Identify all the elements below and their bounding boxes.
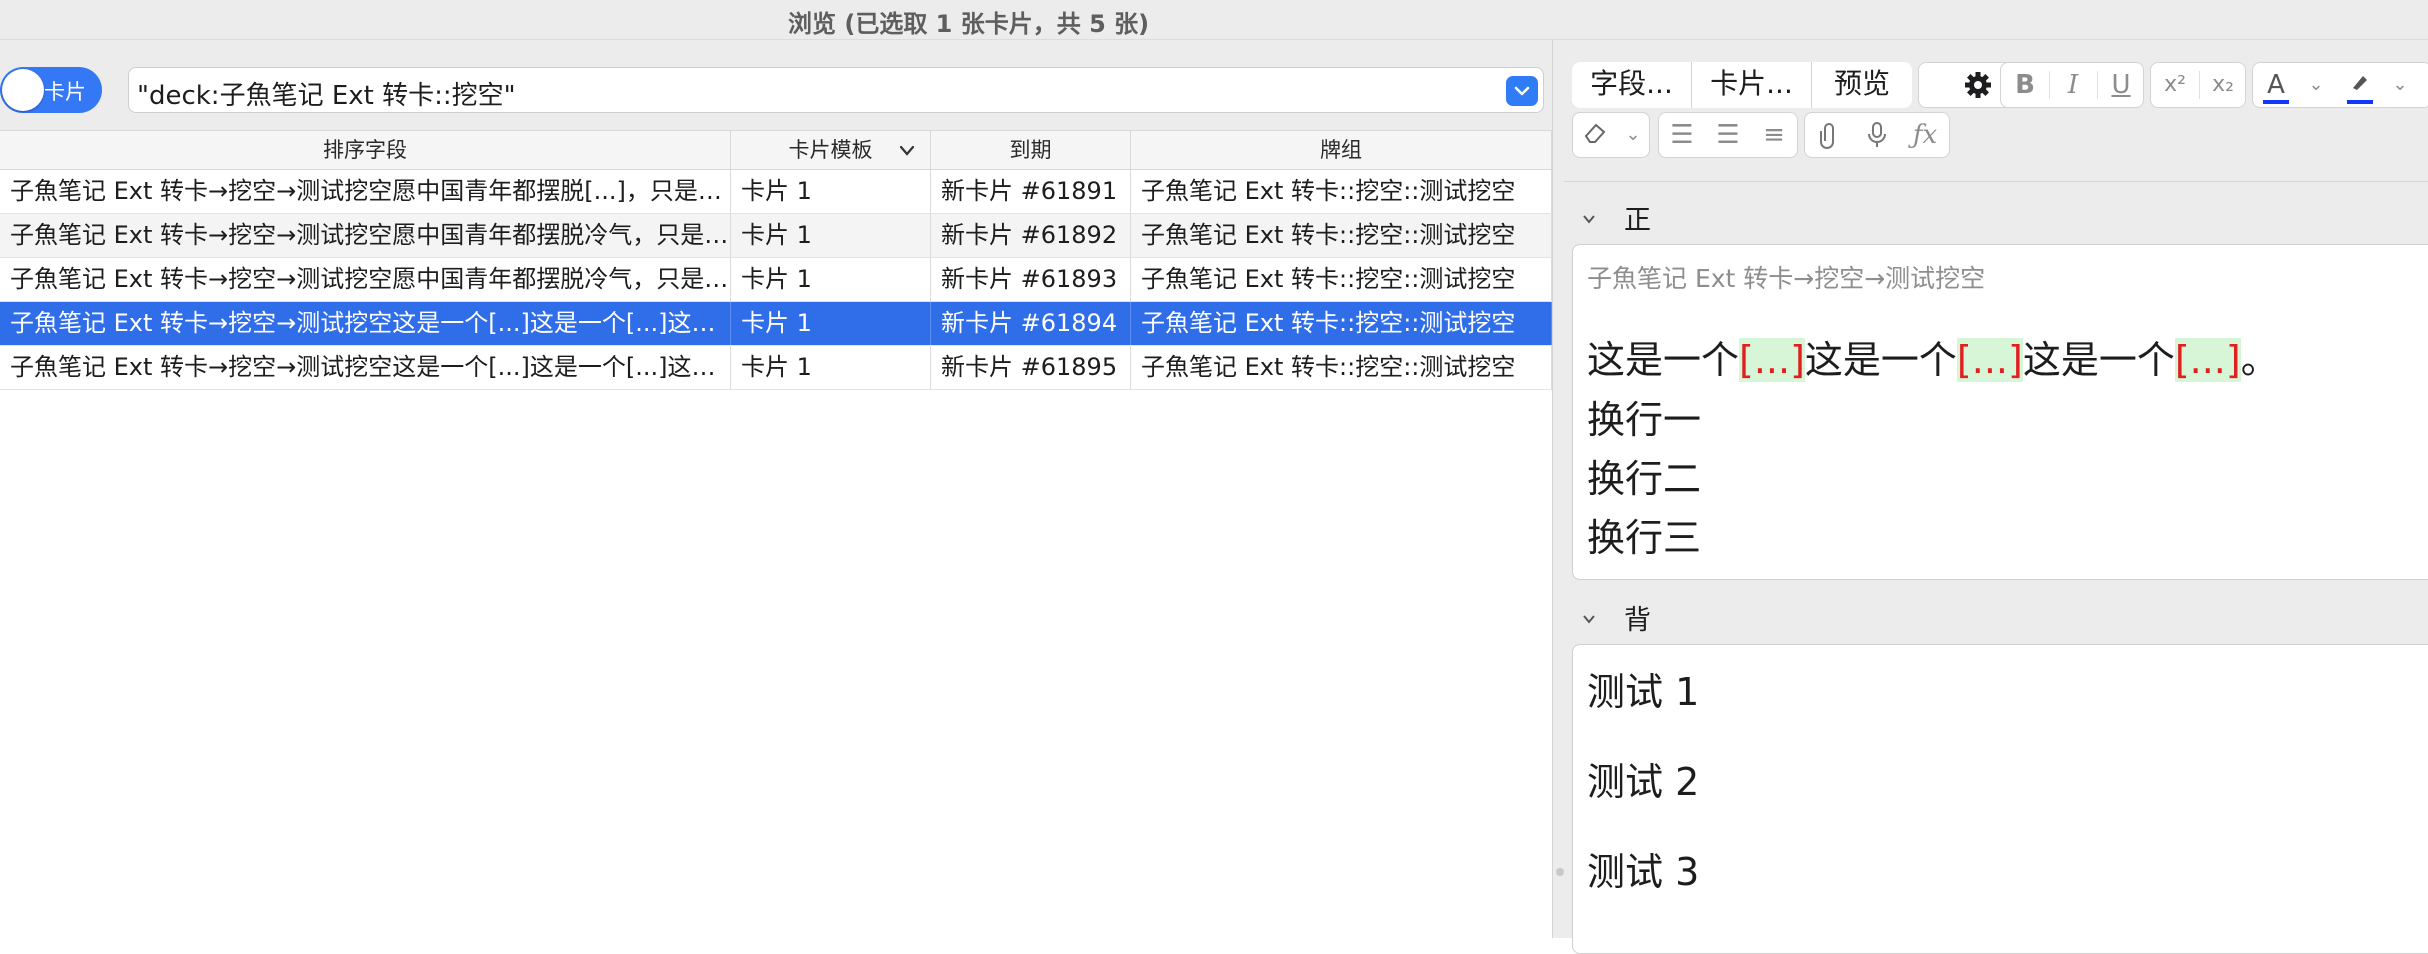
cell-sort-field: 子魚笔记 Ext 转卡→挖空→测试挖空愿中国青年都摆脱冷气，只是向上走，不必听自… [0, 258, 731, 301]
cell-sort-field: 子魚笔记 Ext 转卡→挖空→测试挖空这是一个[...]这是一个[...]这是一… [0, 346, 731, 389]
insert-group: ƒx [1804, 112, 1950, 158]
search-history-dropdown[interactable] [1506, 76, 1538, 106]
table-row[interactable]: 子魚笔记 Ext 转卡→挖空→测试挖空愿中国青年都摆脱冷气，只是向上走，不必听自… [0, 258, 1552, 302]
subscript-icon[interactable]: x₂ [2199, 63, 2247, 107]
table-row[interactable]: 子魚笔记 Ext 转卡→挖空→测试挖空愿中国青年都摆脱冷气，只是向上走，不必听自… [0, 214, 1552, 258]
chevron-down-icon [1583, 615, 1595, 624]
cell-due: 新卡片 #61893 [931, 258, 1131, 301]
back-line-2: 测试 2 [1587, 760, 1700, 804]
title-bar: 浏览 (已选取 1 张卡片，共 5 张) [0, 0, 2428, 40]
search-query[interactable]: "deck:子魚笔记 Ext 转卡::挖空" [137, 75, 516, 112]
preview-button[interactable]: 预览 [1812, 62, 1912, 108]
formula-icon[interactable]: ƒx [1901, 113, 1949, 157]
toggle-label: 卡片 [44, 80, 86, 104]
front-cloze-line: 这是一个[...]这是一个[...]这是一个[...]。 [1587, 329, 2279, 384]
cloze-text-2: 这是一个 [1804, 338, 1957, 382]
editor-buttons-group: 字段... 卡片... 预览 [1572, 62, 1912, 108]
splitter-handle[interactable] [1556, 868, 1564, 876]
cell-due: 新卡片 #61892 [931, 214, 1131, 257]
superscript-icon[interactable]: x² [2151, 63, 2199, 107]
cards-button[interactable]: 卡片... [1692, 62, 1812, 108]
underline-icon[interactable]: U [2097, 63, 2145, 107]
bullet-list-icon[interactable]: ☰ [1659, 113, 1705, 157]
cell-deck: 子魚笔记 Ext 转卡::挖空::测试挖空 [1131, 258, 1552, 301]
cell-due: 新卡片 #61895 [931, 346, 1131, 389]
chevron-down-icon [1514, 86, 1530, 96]
bold-icon[interactable]: B [2001, 63, 2049, 107]
align-icon[interactable]: ≡ [1751, 113, 1797, 157]
attachment-icon[interactable] [1805, 113, 1853, 157]
cloze-marker-2: [...] [1956, 338, 2023, 382]
table-header: 排序字段 卡片模板 到期 牌组 [0, 130, 1552, 170]
column-card-template[interactable]: 卡片模板 [731, 131, 931, 169]
toggle-knob [2, 69, 44, 111]
sort-chevron-icon [899, 145, 915, 156]
column-deck[interactable]: 牌组 [1131, 131, 1552, 169]
eraser-dropdown[interactable]: ⌄ [1617, 113, 1649, 157]
cell-deck: 子魚笔记 Ext 转卡::挖空::测试挖空 [1131, 214, 1552, 257]
back-field-editor[interactable]: 测试 1 测试 2 测试 3 [1572, 644, 2428, 954]
cloze-text-3: 这是一个 [2022, 338, 2175, 382]
numbered-list-icon[interactable]: ☰ [1705, 113, 1751, 157]
pane-splitter[interactable] [1552, 40, 1564, 938]
color-group: A ⌄ ⌄ [2252, 62, 2428, 108]
column-sort-field[interactable]: 排序字段 [0, 131, 731, 169]
highlight-icon[interactable] [2337, 63, 2383, 107]
script-group: x² x₂ [2150, 62, 2246, 108]
cell-due: 新卡片 #61894 [931, 302, 1131, 345]
window-title: 浏览 (已选取 1 张卡片，共 5 张) [788, 10, 1150, 38]
fields-button[interactable]: 字段... [1572, 62, 1692, 108]
highlight-dropdown[interactable]: ⌄ [2383, 63, 2417, 107]
card-browser-pane: 卡片 "deck:子魚笔记 Ext 转卡::挖空" 排序字段 卡片模板 到期 牌… [0, 40, 1552, 938]
front-field-hint: 子魚笔记 Ext 转卡→挖空→测试挖空 [1587, 264, 1986, 293]
cards-notes-toggle[interactable]: 卡片 [0, 67, 102, 113]
cloze-text-1: 这是一个 [1587, 338, 1740, 382]
table-row[interactable]: 子魚笔记 Ext 转卡→挖空→测试挖空这是一个[...]这是一个[...]这是一… [0, 302, 1552, 346]
cell-sort-field: 子魚笔记 Ext 转卡→挖空→测试挖空这是一个[...]这是一个[...]这是一… [0, 302, 731, 345]
eraser-icon[interactable] [1573, 113, 1617, 157]
browser-toolbar: 卡片 "deck:子魚笔记 Ext 转卡::挖空" [0, 40, 1552, 130]
table-row[interactable]: 子魚笔记 Ext 转卡→挖空→测试挖空愿中国青年都摆脱[...]，只是向上走，不… [0, 170, 1552, 214]
microphone-icon[interactable] [1853, 113, 1901, 157]
editor-pane: 字段... 卡片... 预览 B I U x² x₂ A ⌄ ⌄ ⌄ ☰ ☰ ≡… [1564, 40, 2428, 954]
front-line-2: 换行二 [1587, 457, 1702, 501]
toolbar-divider [1564, 181, 2428, 182]
cell-sort-field: 子魚笔记 Ext 转卡→挖空→测试挖空愿中国青年都摆脱[...]，只是向上走，不… [0, 170, 731, 213]
cell-card-template: 卡片 1 [731, 346, 931, 389]
front-field-editor[interactable]: 子魚笔记 Ext 转卡→挖空→测试挖空 这是一个[...]这是一个[...]这是… [1572, 244, 2428, 580]
back-line-1: 测试 1 [1587, 670, 1700, 714]
cloze-end: 。 [2240, 338, 2279, 382]
front-line-3: 换行三 [1587, 516, 1702, 560]
back-line-3: 测试 3 [1587, 850, 1700, 894]
cell-card-template: 卡片 1 [731, 258, 931, 301]
text-color-icon[interactable]: A [2253, 63, 2299, 107]
gear-icon [1965, 72, 1991, 98]
text-color-dropdown[interactable]: ⌄ [2299, 63, 2333, 107]
cell-sort-field: 子魚笔记 Ext 转卡→挖空→测试挖空愿中国青年都摆脱冷气，只是向上走，不必听自… [0, 214, 731, 257]
cell-deck: 子魚笔记 Ext 转卡::挖空::测试挖空 [1131, 346, 1552, 389]
text-style-group: B I U [2000, 62, 2144, 108]
chevron-down-icon [1583, 215, 1595, 224]
cloze-marker-3: [...] [2174, 338, 2241, 382]
cell-card-template: 卡片 1 [731, 302, 931, 345]
table-row[interactable]: 子魚笔记 Ext 转卡→挖空→测试挖空这是一个[...]这是一个[...]这是一… [0, 346, 1552, 390]
front-line-1: 换行一 [1587, 398, 1702, 442]
eraser-group: ⌄ [1572, 112, 1650, 158]
italic-icon[interactable]: I [2049, 63, 2097, 107]
list-group: ☰ ☰ ≡ [1658, 112, 1798, 158]
cloze-marker-1: [...] [1739, 338, 1805, 382]
cell-deck: 子魚笔记 Ext 转卡::挖空::测试挖空 [1131, 302, 1552, 345]
column-card-template-label: 卡片模板 [788, 138, 873, 162]
cell-deck: 子魚笔记 Ext 转卡::挖空::测试挖空 [1131, 170, 1552, 213]
cell-due: 新卡片 #61891 [931, 170, 1131, 213]
cell-card-template: 卡片 1 [731, 214, 931, 257]
search-input[interactable]: "deck:子魚笔记 Ext 转卡::挖空" [128, 67, 1544, 113]
column-due[interactable]: 到期 [931, 131, 1131, 169]
cell-card-template: 卡片 1 [731, 170, 931, 213]
